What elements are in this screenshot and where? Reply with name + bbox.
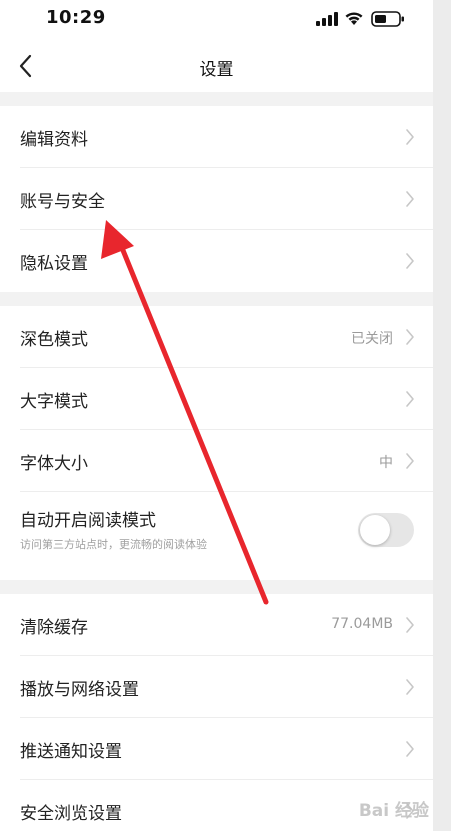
settings-item-label: 字体大小 <box>20 454 88 474</box>
screen-edge <box>433 0 451 831</box>
settings-item-value: 已关闭 <box>351 331 393 347</box>
wifi-icon <box>345 12 363 25</box>
chevron-right-icon <box>406 679 414 695</box>
settings-item-label: 推送通知设置 <box>20 742 122 762</box>
status-time: 10:29 <box>46 7 106 28</box>
navigation-bar: 设置 <box>0 40 433 92</box>
settings-item-label: 清除缓存 <box>20 618 88 638</box>
settings-item-label: 安全浏览设置 <box>20 804 122 824</box>
settings-section-display: 深色模式 已关闭 大字模式 字体大小 中 自动开启阅读模式 访问第三方站点时，更… <box>0 306 433 568</box>
settings-item-description: 访问第三方站点时，更流畅的阅读体验 <box>20 538 207 551</box>
section-separator <box>0 292 433 306</box>
settings-item-label: 自动开启阅读模式 <box>20 511 156 531</box>
chevron-right-icon <box>406 453 414 469</box>
section-separator <box>0 580 433 594</box>
battery-icon <box>371 11 404 27</box>
chevron-right-icon <box>406 617 414 633</box>
settings-item-auto-reader-mode: 自动开启阅读模式 访问第三方站点时，更流畅的阅读体验 <box>0 492 433 568</box>
chevron-right-icon <box>406 129 414 145</box>
status-bar: 10:29 <box>0 0 433 40</box>
chevron-right-icon <box>406 253 414 269</box>
settings-item-label: 深色模式 <box>20 330 88 350</box>
settings-screen: 10:29 设置 编辑资料 账号与安全 隐私设置 深色模式 已关闭 大字模式 字… <box>0 0 451 831</box>
settings-item-label: 隐私设置 <box>20 254 88 274</box>
settings-item-label: 大字模式 <box>20 392 88 412</box>
settings-item-large-text-mode[interactable]: 大字模式 <box>0 368 433 430</box>
settings-item-privacy[interactable]: 隐私设置 <box>0 230 433 292</box>
settings-item-clear-cache[interactable]: 清除缓存 77.04MB <box>0 594 433 656</box>
settings-item-label: 账号与安全 <box>20 192 105 212</box>
chevron-right-icon <box>406 741 414 757</box>
toggle-knob <box>360 515 390 545</box>
page-title: 设置 <box>199 60 234 80</box>
settings-item-edit-profile[interactable]: 编辑资料 <box>0 106 433 168</box>
cellular-signal-icon <box>316 12 338 26</box>
watermark: Bai 经验 <box>358 801 429 821</box>
settings-item-font-size[interactable]: 字体大小 中 <box>0 430 433 492</box>
settings-item-dark-mode[interactable]: 深色模式 已关闭 <box>0 306 433 368</box>
reader-mode-toggle[interactable] <box>358 513 414 547</box>
settings-item-value: 中 <box>379 455 393 471</box>
section-separator <box>0 92 433 106</box>
settings-item-push-notifications[interactable]: 推送通知设置 <box>0 718 433 780</box>
cache-size-value: 77.04MB <box>331 616 393 632</box>
settings-item-account-security[interactable]: 账号与安全 <box>0 168 433 230</box>
settings-item-label: 编辑资料 <box>20 130 88 150</box>
chevron-right-icon <box>406 191 414 207</box>
settings-item-playback-network[interactable]: 播放与网络设置 <box>0 656 433 718</box>
settings-section-account: 编辑资料 账号与安全 隐私设置 <box>0 106 433 292</box>
chevron-right-icon <box>406 391 414 407</box>
chevron-right-icon <box>406 329 414 345</box>
settings-item-label: 播放与网络设置 <box>20 680 139 700</box>
